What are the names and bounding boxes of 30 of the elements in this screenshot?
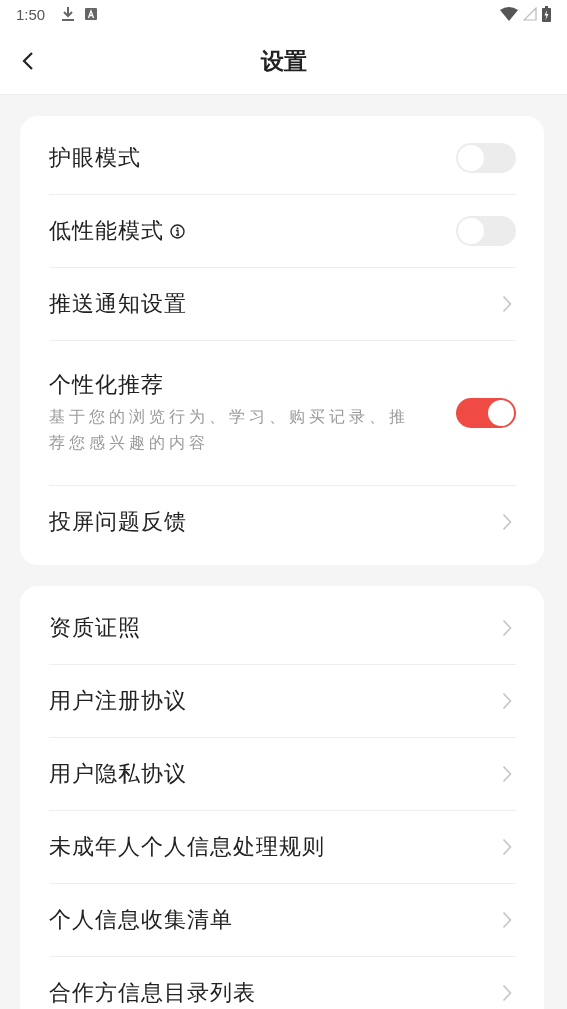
setting-label: 个人信息收集清单 (49, 906, 233, 934)
chevron-right-icon[interactable] (502, 765, 512, 783)
setting-label: 未成年人个人信息处理规则 (49, 833, 325, 861)
chevron-right-icon[interactable] (502, 692, 512, 710)
setting-label: 护眼模式 (49, 144, 141, 172)
setting-description: 基于您的浏览行为、学习、购买记录、推荐您感兴趣的内容 (49, 406, 410, 454)
chevron-right-icon[interactable] (502, 513, 512, 531)
info-icon[interactable] (170, 223, 185, 239)
chevron-right-icon[interactable] (502, 619, 512, 637)
setting-label: 低性能模式 (49, 217, 164, 245)
setting-label: 推送通知设置 (49, 290, 187, 318)
download-icon (61, 6, 76, 22)
setting-label: 用户隐私协议 (49, 760, 187, 788)
chevron-right-icon[interactable] (502, 838, 512, 856)
setting-label: 用户注册协议 (49, 687, 187, 715)
wifi-icon (500, 7, 518, 21)
chevron-right-icon[interactable] (502, 295, 512, 313)
setting-label: 资质证照 (49, 614, 141, 642)
chevron-right-icon[interactable] (502, 984, 512, 1002)
page-title: 设置 (260, 46, 307, 76)
chevron-right-icon[interactable] (502, 911, 512, 929)
app-notification-icon (85, 8, 98, 20)
setting-label: 个性化推荐 (49, 371, 164, 399)
signal-icon (523, 7, 537, 21)
setting-label: 投屏问题反馈 (49, 508, 187, 536)
status-time: 1:50 (16, 5, 46, 23)
setting-label: 合作方信息目录列表 (49, 979, 256, 1007)
battery-icon (542, 6, 551, 22)
toggle-switch[interactable] (456, 398, 516, 428)
back-icon (22, 51, 34, 71)
